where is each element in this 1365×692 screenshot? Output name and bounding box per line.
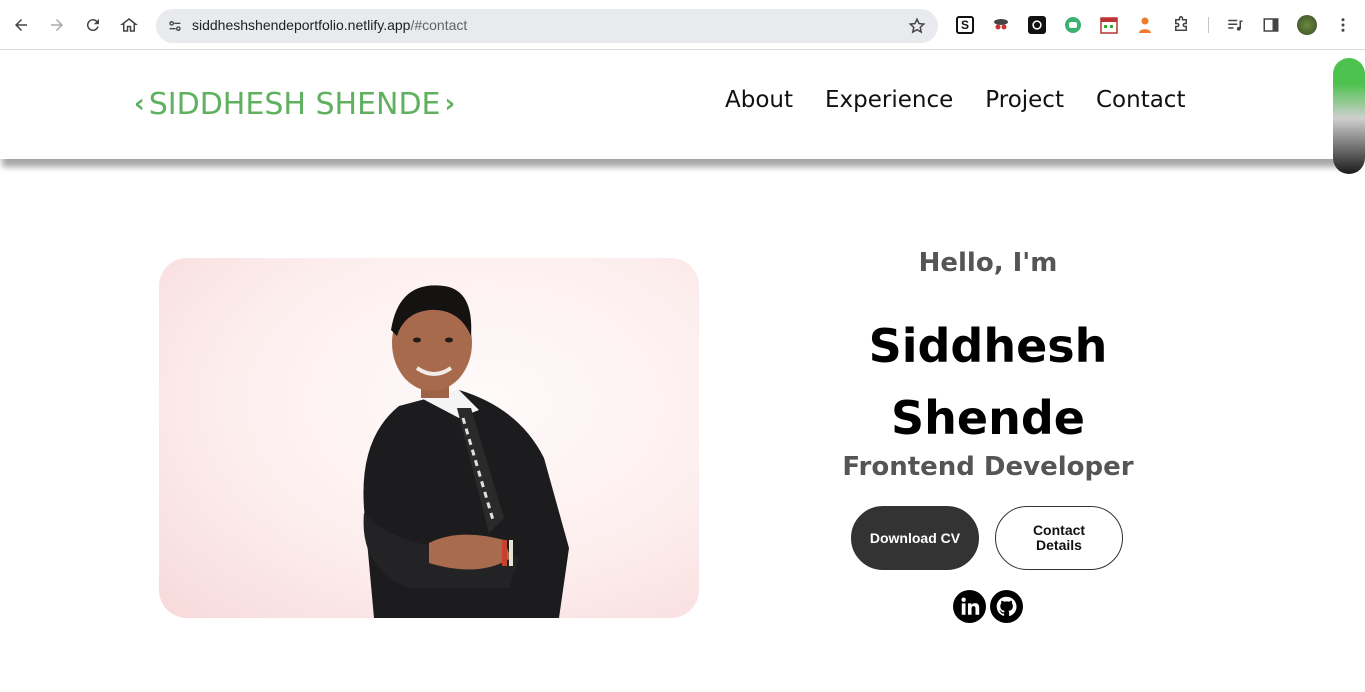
url-path: /#contact [410, 17, 468, 33]
extension-calendar-icon[interactable] [1100, 16, 1118, 34]
queue-music-icon [1228, 19, 1243, 31]
profile-portrait-image [363, 285, 569, 618]
extensions-puzzle-icon[interactable] [1172, 16, 1190, 34]
bookmark-star-icon[interactable] [908, 17, 926, 35]
nav-link-about[interactable]: About [725, 87, 793, 113]
scroll-progress-indicator[interactable] [1333, 58, 1365, 174]
back-button[interactable] [8, 12, 34, 38]
hero-name: Siddhesh Shende [868, 319, 1108, 445]
url-text[interactable]: siddheshshendeportfolio.netlify.app/#con… [192, 17, 467, 33]
site-logo[interactable]: ‹ SIDDHESH SHENDE › [130, 84, 459, 124]
side-panel-icon[interactable] [1262, 16, 1280, 34]
robot-icon [1065, 17, 1081, 33]
extension-s-icon[interactable]: S [956, 16, 974, 34]
contact-details-button[interactable]: Contact Details [995, 506, 1123, 570]
github-icon [990, 590, 1023, 623]
side-panel-toggle-icon [1263, 18, 1279, 32]
extension-s-label: S [960, 18, 969, 32]
nav-link-contact[interactable]: Contact [1096, 87, 1185, 113]
hero-greeting: Hello, I'm [918, 248, 1058, 278]
extension-person-icon[interactable] [1136, 16, 1154, 34]
extension-robot-icon[interactable] [1064, 16, 1082, 34]
logo-right-chevron: › [444, 89, 456, 119]
arrow-right-icon [51, 19, 63, 31]
person-icon [1139, 17, 1151, 33]
browser-toolbar: siddheshshendeportfolio.netlify.app/#con… [0, 0, 1365, 50]
extension-chatgpt-icon[interactable] [1028, 16, 1046, 34]
linkedin-icon [953, 590, 986, 623]
linkedin-link[interactable] [953, 590, 986, 623]
tune-icon [169, 21, 181, 31]
url-host: siddheshshendeportfolio.netlify.app [192, 17, 411, 33]
spy-icon [994, 19, 1008, 30]
forward-button[interactable] [44, 12, 70, 38]
logo-left-chevron: ‹ [134, 89, 145, 119]
nav-link-project[interactable]: Project [985, 87, 1064, 113]
puzzle-icon [1175, 16, 1187, 31]
media-controls-icon[interactable] [1226, 16, 1244, 34]
calendar-icon [1100, 17, 1118, 34]
hero-role: Frontend Developer [842, 452, 1134, 482]
github-link[interactable] [990, 590, 1023, 623]
arrow-left-icon [15, 19, 27, 31]
more-vert-icon [1341, 18, 1345, 32]
reload-button[interactable] [80, 12, 106, 38]
reload-icon [86, 19, 99, 32]
profile-photo [159, 258, 699, 618]
home-button[interactable] [116, 12, 142, 38]
toolbar-divider [1208, 17, 1209, 33]
address-bar[interactable]: siddheshshendeportfolio.netlify.app/#con… [156, 9, 938, 43]
openai-icon [1032, 20, 1042, 30]
profile-avatar-icon[interactable] [1297, 15, 1317, 35]
chrome-menu-icon[interactable] [1334, 16, 1352, 34]
site-navbar: ‹ SIDDHESH SHENDE › About Experience Pro… [0, 51, 1345, 159]
download-cv-button[interactable]: Download CV [851, 506, 979, 570]
site-info-button[interactable] [164, 15, 186, 37]
main-menu: About Experience Project Contact [725, 87, 1185, 113]
home-icon [120, 18, 138, 32]
nav-link-experience[interactable]: Experience [825, 87, 953, 113]
logo-text: SIDDHESH SHENDE [148, 86, 441, 122]
extension-spy-icon[interactable] [992, 16, 1010, 34]
